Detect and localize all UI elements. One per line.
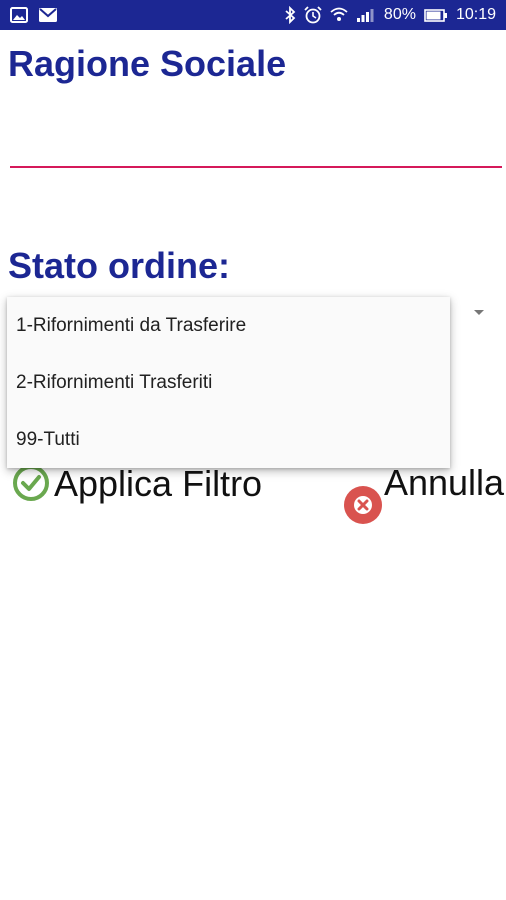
battery-icon bbox=[424, 8, 448, 22]
dropdown-option[interactable]: 2-Rifornimenti Trasferiti bbox=[7, 354, 450, 411]
stato-ordine-label: Stato ordine: bbox=[8, 245, 230, 286]
close-circle-icon bbox=[343, 485, 383, 528]
clock: 10:19 bbox=[455, 6, 496, 23]
check-circle-icon bbox=[12, 464, 50, 505]
image-icon bbox=[10, 7, 28, 23]
wifi-icon bbox=[330, 7, 348, 23]
alarm-icon bbox=[304, 6, 322, 24]
signal-icon bbox=[356, 7, 374, 23]
action-buttons: Applica Filtro Annulla bbox=[0, 460, 506, 550]
apply-filter-label: Applica Filtro bbox=[54, 463, 263, 504]
status-icons-right: 80% 10:19 bbox=[284, 0, 496, 30]
status-bar: 80% 10:19 bbox=[0, 0, 506, 30]
ragione-sociale-input[interactable] bbox=[10, 128, 502, 168]
dropdown-option[interactable]: 1-Rifornimenti da Trasferire bbox=[7, 297, 450, 354]
dropdown-option[interactable]: 99-Tutti bbox=[7, 411, 450, 468]
mail-icon bbox=[38, 7, 58, 23]
dropdown-arrow-icon[interactable] bbox=[474, 310, 484, 315]
cancel-button[interactable]: Annulla bbox=[340, 460, 506, 550]
status-icons-left bbox=[10, 7, 58, 23]
ragione-sociale-label: Ragione Sociale bbox=[8, 43, 287, 84]
stato-ordine-dropdown: 1-Rifornimenti da Trasferire 2-Rifornime… bbox=[7, 297, 450, 468]
bluetooth-icon bbox=[284, 6, 296, 24]
battery-percent: 80% bbox=[383, 6, 416, 23]
